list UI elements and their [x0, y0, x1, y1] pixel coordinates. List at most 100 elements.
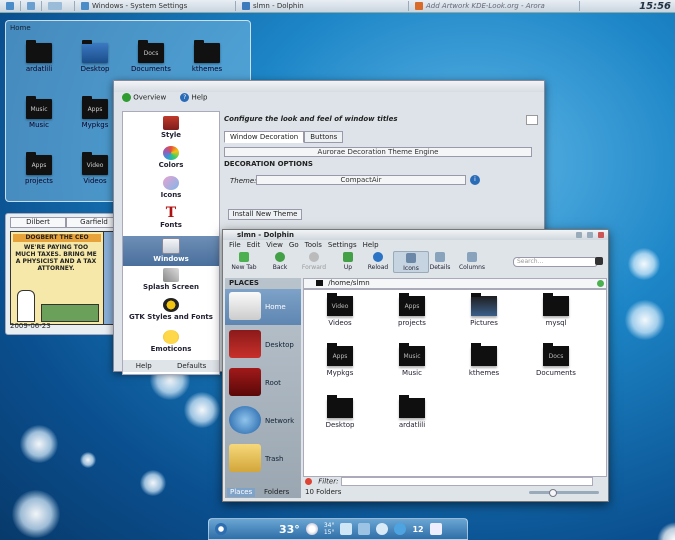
- maximize-icon[interactable]: [587, 232, 593, 238]
- file-folder[interactable]: ardatlili: [384, 395, 440, 429]
- overview-button[interactable]: Overview: [122, 93, 166, 102]
- dolphin-titlebar[interactable]: slmn - Dolphin: [223, 230, 608, 240]
- menu-file[interactable]: File: [229, 241, 241, 249]
- cashew-icon[interactable]: [657, 522, 675, 540]
- file-folder[interactable]: Pictures: [456, 293, 512, 327]
- weather-sun-icon: [305, 523, 318, 535]
- up-button[interactable]: Up: [331, 251, 365, 271]
- folder-icon: [399, 395, 425, 418]
- back-button[interactable]: Back: [263, 251, 297, 271]
- sidebar-item-emoticons[interactable]: Emoticons: [123, 330, 219, 356]
- decoration-engine-select[interactable]: Aurorae Decoration Theme Engine: [224, 147, 532, 157]
- minimize-icon[interactable]: [576, 232, 582, 238]
- tab-window-decoration[interactable]: Window Decoration: [224, 131, 305, 143]
- sidebar-item-splash-screen[interactable]: Splash Screen: [123, 268, 219, 294]
- sidebar-item-style[interactable]: Style: [123, 116, 219, 142]
- clipboard-icon[interactable]: [358, 523, 371, 535]
- settings-titlebar[interactable]: [114, 81, 544, 92]
- install-new-theme-button[interactable]: Install New Theme: [228, 209, 302, 220]
- sidebar-item-colors[interactable]: Colors: [123, 146, 219, 172]
- panel-tab-folders[interactable]: Folders: [261, 488, 292, 497]
- sidebar-item-fonts[interactable]: T Fonts: [123, 206, 219, 232]
- device-notifier-icon[interactable]: [429, 523, 442, 535]
- menu-view[interactable]: View: [266, 241, 283, 249]
- zoom-slider-handle[interactable]: [549, 489, 557, 497]
- sidebar-item-icons[interactable]: Icons: [123, 176, 219, 202]
- columns-view-button[interactable]: Columns: [455, 251, 489, 271]
- file-folder[interactable]: kthemes: [456, 343, 512, 377]
- file-folder[interactable]: mysql: [528, 293, 584, 327]
- reload-icon: [373, 252, 383, 262]
- menu-go[interactable]: Go: [289, 241, 299, 249]
- tool-label: New Tab: [231, 264, 257, 271]
- sidebar-item-gtk-styles[interactable]: GTK Styles and Fonts: [123, 298, 219, 326]
- file-folder[interactable]: Video Videos: [312, 293, 368, 327]
- theme-select[interactable]: CompactAir: [256, 175, 466, 185]
- help-bottom-button[interactable]: Help: [136, 360, 152, 372]
- place-desktop[interactable]: Desktop: [225, 327, 301, 363]
- network-icon[interactable]: [340, 523, 353, 535]
- clock[interactable]: 15:56: [639, 1, 671, 12]
- place-trash[interactable]: Trash: [225, 441, 301, 477]
- file-folder[interactable]: Docs Documents: [528, 343, 584, 377]
- taskbar-pager[interactable]: [44, 1, 75, 11]
- tray-count[interactable]: 12: [412, 525, 423, 534]
- kde-menu-icon: [6, 2, 14, 10]
- sidebar-item-windows[interactable]: Windows: [123, 236, 219, 266]
- notifications-icon[interactable]: [394, 523, 407, 535]
- comic-strip[interactable]: DOGBERT THE CEO WE'RE PAYING TOO MUCH TA…: [10, 231, 120, 325]
- tool-label: Details: [429, 264, 451, 271]
- taskbar-item-arora[interactable]: Add Artwork KDE-Look.org - Arora: [411, 1, 580, 11]
- folder-icon: [194, 40, 220, 63]
- folder-tag: Video: [86, 161, 104, 169]
- place-label: Home: [265, 303, 286, 311]
- desktop-folder[interactable]: Desktop: [70, 40, 120, 73]
- taskbar-item-system-settings[interactable]: Windows - System Settings: [77, 1, 236, 11]
- location-bar[interactable]: /home/slmn: [303, 278, 607, 289]
- taskbar-launcher[interactable]: [2, 1, 21, 11]
- kde-launcher-icon[interactable]: [215, 523, 227, 535]
- help-button[interactable]: ? Help: [180, 93, 207, 102]
- tool-label: Back: [272, 264, 288, 271]
- desktop-folder[interactable]: kthemes: [182, 40, 232, 73]
- file-folder[interactable]: Apps Mypkgs: [312, 343, 368, 377]
- menu-tools[interactable]: Tools: [305, 241, 322, 249]
- go-icon[interactable]: [597, 280, 604, 287]
- weather-temperature[interactable]: 33°: [279, 523, 300, 536]
- panel-tab-places[interactable]: Places: [227, 488, 256, 497]
- volume-icon[interactable]: [376, 523, 389, 535]
- desktop-folder[interactable]: ardatlili: [14, 40, 64, 73]
- file-folder[interactable]: Music Music: [384, 343, 440, 377]
- place-network[interactable]: Network: [225, 403, 301, 439]
- taskbar-item-dolphin[interactable]: slmn - Dolphin: [238, 1, 409, 11]
- place-label: Desktop: [265, 341, 294, 349]
- filter-input[interactable]: [340, 477, 593, 486]
- close-icon[interactable]: [598, 232, 604, 238]
- file-folder[interactable]: Apps projects: [384, 293, 440, 327]
- place-root[interactable]: Root: [225, 365, 301, 401]
- file-folder[interactable]: Desktop: [312, 395, 368, 429]
- details-view-button[interactable]: Details: [423, 251, 457, 271]
- zoom-slider[interactable]: [529, 491, 599, 494]
- new-tab-button[interactable]: New Tab: [227, 251, 261, 271]
- theme-info-icon[interactable]: i: [470, 175, 480, 185]
- desktop-folder[interactable]: Docs Documents: [126, 40, 176, 73]
- sidebar-item-label: GTK Styles and Fonts: [129, 313, 213, 321]
- taskbar-show-desktop[interactable]: [23, 1, 42, 11]
- desktop-folder[interactable]: Apps projects: [14, 152, 64, 185]
- comic-tab-dilbert[interactable]: Dilbert: [10, 217, 66, 228]
- clear-filter-icon[interactable]: [305, 478, 312, 485]
- place-home[interactable]: Home: [225, 289, 301, 325]
- binoculars-icon[interactable]: [595, 257, 603, 265]
- menu-edit[interactable]: Edit: [247, 241, 261, 249]
- folder-label: kthemes: [191, 65, 223, 73]
- folder-label: ardatlili: [25, 65, 53, 73]
- desktop-folder[interactable]: Music Music: [14, 96, 64, 129]
- menu-settings[interactable]: Settings: [328, 241, 357, 249]
- reload-button[interactable]: Reload: [361, 251, 395, 271]
- tab-buttons[interactable]: Buttons: [304, 131, 344, 143]
- menu-help[interactable]: Help: [363, 241, 379, 249]
- search-input[interactable]: Search...: [513, 257, 598, 267]
- defaults-button[interactable]: Defaults: [177, 360, 206, 372]
- forward-button[interactable]: Forward: [297, 251, 331, 271]
